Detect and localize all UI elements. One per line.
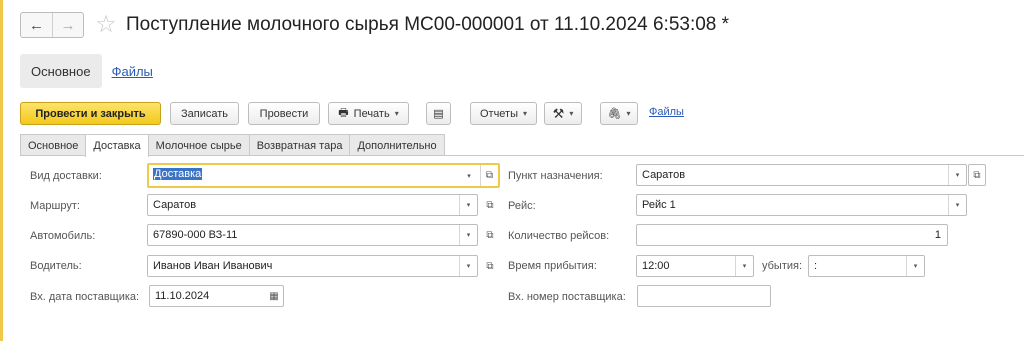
tab-delivery[interactable]: Доставка [85, 134, 149, 157]
title-bar: ← → ☆ Поступление молочного сырья МС00-0… [20, 11, 729, 39]
trips-count-label: Количество рейсов: [508, 230, 610, 242]
vehicle-label: Автомобиль: [30, 230, 96, 242]
vehicle-field[interactable]: 67890-000 ВЗ-11 ▾ [147, 224, 478, 246]
files-link[interactable]: Файлы [649, 106, 684, 118]
route-open-icon[interactable]: ⧉ [481, 194, 499, 216]
destination-value: Саратов [642, 169, 686, 181]
driver-label: Водитель: [30, 260, 82, 272]
driver-field[interactable]: Иванов Иван Иванович ▾ [147, 255, 478, 277]
trip-field[interactable]: Рейс 1 ▾ [636, 194, 967, 216]
arrival-time-value: 12:00 [642, 260, 670, 272]
driver-value: Иванов Иван Иванович [153, 260, 273, 272]
forward-arrow-icon[interactable]: → [52, 13, 83, 37]
supplier-date-value: 11.10.2024 [155, 290, 210, 302]
chevron-down-icon[interactable]: ▾ [459, 225, 477, 245]
chevron-down-icon[interactable]: ▾ [459, 195, 477, 215]
destination-open-icon[interactable]: ⧉ [968, 164, 986, 186]
chevron-down-icon: ▾ [569, 109, 574, 118]
document-icon[interactable]: ▤ [426, 102, 451, 125]
reports-button[interactable]: Отчеты ▾ [470, 102, 537, 125]
trips-count-field[interactable]: 1 [636, 224, 948, 246]
tab-additional[interactable]: Дополнительно [349, 134, 445, 156]
nav-buttons: ← → [20, 12, 84, 38]
departure-time-field[interactable]: : ▾ [808, 255, 925, 277]
arrival-time-field[interactable]: 12:00 ▾ [636, 255, 754, 277]
chevron-down-icon: ▾ [523, 109, 528, 118]
chevron-down-icon: ▾ [394, 109, 399, 118]
chevron-down-icon[interactable]: ▾ [459, 256, 477, 276]
post-button[interactable]: Провести [248, 102, 320, 125]
chevron-down-icon: ▾ [626, 109, 631, 118]
trips-count-value: 1 [934, 229, 941, 241]
vehicle-open-icon[interactable]: ⧉ [481, 224, 499, 246]
section-files-link[interactable]: Файлы [112, 64, 153, 79]
delivery-type-label: Вид доставки: [30, 170, 102, 182]
destination-field[interactable]: Саратов ▾ [636, 164, 967, 186]
post-and-close-button[interactable]: Провести и закрыть [20, 102, 161, 125]
back-arrow-icon[interactable]: ← [21, 13, 52, 37]
route-value: Саратов [153, 199, 197, 211]
delivery-type-field[interactable]: Доставка ▾ ⧉ [147, 163, 500, 188]
paperclip-icon: 🖇 [607, 108, 622, 120]
tab-strip: Основное Доставка Молочное сырье Возврат… [20, 134, 445, 157]
favorite-star-icon[interactable]: ☆ [94, 13, 118, 37]
calendar-icon[interactable]: ▦ [265, 286, 283, 306]
save-button[interactable]: Записать [170, 102, 239, 125]
supplier-date-label: Вх. дата поставщика: [30, 291, 140, 303]
tab-return-container[interactable]: Возвратная тара [248, 134, 351, 156]
tab-milk-raw[interactable]: Молочное сырье [147, 134, 250, 156]
form-sections: Основное Файлы [20, 54, 153, 88]
attach-menu-button[interactable]: 🖇 ▾ [600, 102, 638, 125]
reports-label: Отчеты [479, 107, 518, 120]
arrival-time-label: Время прибытия: [508, 260, 597, 272]
delivery-type-value: Доставка [153, 168, 203, 180]
tools-menu-button[interactable]: ⚒ ▾ [544, 102, 582, 125]
vehicle-value: 67890-000 ВЗ-11 [153, 229, 238, 241]
driver-open-icon[interactable]: ⧉ [481, 255, 499, 277]
chevron-down-icon[interactable]: ▾ [735, 256, 753, 276]
open-icon[interactable]: ⧉ [480, 165, 498, 186]
tools-icon: ⚒ [552, 105, 565, 121]
destination-label: Пункт назначения: [508, 170, 603, 182]
supplier-number-field[interactable] [637, 285, 771, 307]
printer-icon: 🖶 [338, 107, 349, 119]
supplier-number-label: Вх. номер поставщика: [508, 291, 626, 303]
chevron-down-icon[interactable]: ▾ [948, 165, 966, 185]
section-main[interactable]: Основное [20, 54, 102, 88]
document-title: Поступление молочного сырья МС00-000001 … [126, 14, 730, 35]
chevron-down-icon[interactable]: ▾ [906, 256, 924, 276]
chevron-down-icon[interactable]: ▾ [948, 195, 966, 215]
route-label: Маршрут: [30, 200, 80, 212]
tab-divider [20, 155, 1024, 156]
departure-time-label: убытия: [762, 260, 803, 272]
trip-label: Рейс: [508, 200, 536, 212]
supplier-date-field[interactable]: 11.10.2024 ▦ [149, 285, 284, 307]
chevron-down-icon[interactable]: ▾ [460, 165, 478, 186]
window-left-accent [0, 0, 3, 341]
departure-time-value: : [814, 260, 818, 272]
print-label: Печать [353, 107, 390, 120]
print-button[interactable]: 🖶 Печать ▾ [328, 102, 409, 125]
trip-value: Рейс 1 [642, 199, 676, 211]
route-field[interactable]: Саратов ▾ [147, 194, 478, 216]
tab-main[interactable]: Основное [20, 134, 87, 156]
